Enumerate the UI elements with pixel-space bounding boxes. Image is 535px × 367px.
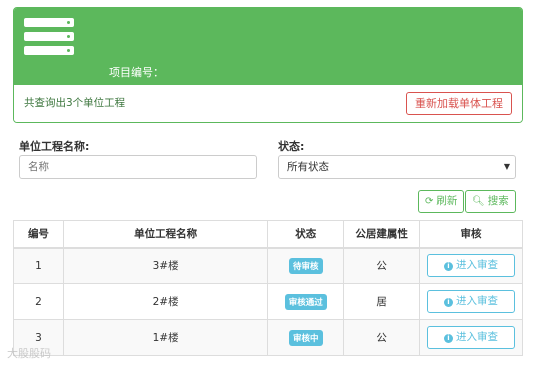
row-attribute: 公 (343, 319, 420, 356)
row-number: 2 (13, 283, 64, 320)
table-row: 2 2#楼 审核通过 居 i 进入审查 (13, 283, 523, 320)
server-icon (24, 18, 74, 58)
refresh-label: 刷新 (436, 195, 458, 207)
search-icon: 🔍︎ (472, 196, 485, 207)
col-header-name: 单位工程名称 (62, 220, 269, 249)
panel-body: 共查询出3个单位工程 重新加载单体工程 (14, 85, 522, 122)
table-header-row: 编号 单位工程名称 状态 公居建属性 审核 (13, 220, 523, 249)
reload-units-button[interactable]: 重新加载单体工程 (406, 92, 512, 115)
row-attribute: 居 (343, 283, 420, 320)
status-select[interactable]: 所有状态 ▼ (278, 155, 516, 179)
enter-review-label: 进入审查 (456, 331, 498, 343)
row-name: 3#楼 (62, 247, 269, 284)
refresh-icon: ⟳ (425, 196, 434, 207)
panel-header: 项目编号： (14, 8, 522, 85)
units-table: 编号 单位工程名称 状态 公居建属性 审核 1 3#楼 待审核 公 i 进入审查 … (13, 220, 523, 356)
status-badge: 待审核 (289, 257, 323, 274)
col-header-status: 状态 (267, 220, 345, 249)
table-row: 3 1#楼 审核中 公 i 进入审查 (13, 319, 523, 356)
info-icon: i (444, 298, 453, 307)
project-panel: 项目编号： 共查询出3个单位工程 重新加载单体工程 (13, 7, 523, 123)
project-number-label: 项目编号： (109, 66, 164, 79)
table-row: 1 3#楼 待审核 公 i 进入审查 (13, 247, 523, 284)
info-icon: i (444, 262, 453, 272)
status-badge: 审核中 (289, 329, 323, 346)
search-button[interactable]: 🔍︎ 搜索 (465, 190, 516, 213)
enter-review-label: 进入审查 (456, 259, 498, 272)
unit-name-input[interactable] (19, 155, 257, 179)
enter-review-label: 进入审查 (456, 295, 498, 307)
status-selected-value: 所有状态 (287, 161, 329, 173)
dropdown-arrow-icon: ▼ (503, 162, 510, 171)
status-badge: 审核通过 (284, 293, 327, 310)
row-name: 1#楼 (62, 319, 269, 356)
refresh-button[interactable]: ⟳ 刷新 (418, 190, 465, 213)
unit-name-label: 单位工程名称: (19, 140, 90, 153)
row-number: 1 (13, 247, 64, 284)
col-header-attribute: 公居建属性 (343, 220, 420, 249)
enter-review-button[interactable]: i 进入审查 (427, 254, 515, 278)
row-name: 2#楼 (62, 283, 269, 320)
info-icon: i (444, 334, 453, 343)
enter-review-button[interactable]: i 进入审查 (427, 326, 515, 349)
col-header-audit: 审核 (419, 220, 523, 249)
search-label: 搜索 (487, 195, 509, 207)
row-attribute: 公 (343, 247, 420, 284)
result-count-text: 共查询出3个单位工程 (24, 97, 126, 109)
watermark: 大股股码 (7, 347, 51, 360)
status-label: 状态: (278, 140, 305, 153)
enter-review-button[interactable]: i 进入审查 (427, 290, 515, 313)
col-header-number: 编号 (13, 220, 64, 249)
